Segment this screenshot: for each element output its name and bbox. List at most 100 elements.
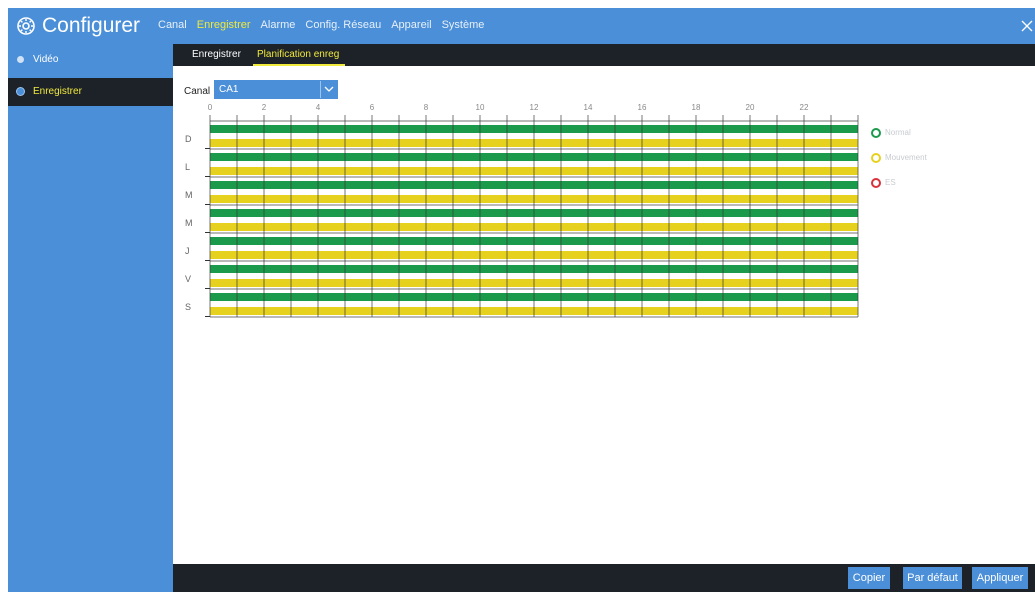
schedule-cell-motion[interactable] bbox=[291, 307, 318, 315]
schedule-cell-motion[interactable] bbox=[210, 307, 237, 315]
schedule-cell-normal[interactable] bbox=[831, 293, 858, 301]
tab-config-reseau[interactable]: Config. Réseau bbox=[305, 19, 381, 31]
schedule-cell-normal[interactable] bbox=[453, 153, 480, 161]
schedule-cell-motion[interactable] bbox=[507, 139, 534, 147]
schedule-cell-empty[interactable] bbox=[561, 161, 588, 167]
schedule-cell-normal[interactable] bbox=[750, 181, 777, 189]
schedule-cell-normal[interactable] bbox=[237, 237, 264, 245]
schedule-cell-motion[interactable] bbox=[507, 279, 534, 287]
schedule-cell-normal[interactable] bbox=[723, 181, 750, 189]
schedule-cell-normal[interactable] bbox=[237, 125, 264, 133]
schedule-cell-normal[interactable] bbox=[642, 125, 669, 133]
schedule-cell-normal[interactable] bbox=[777, 293, 804, 301]
schedule-cell-empty[interactable] bbox=[426, 273, 453, 279]
schedule-cell-normal[interactable] bbox=[210, 293, 237, 301]
schedule-cell-normal[interactable] bbox=[588, 181, 615, 189]
schedule-cell-empty[interactable] bbox=[723, 245, 750, 251]
schedule-cell-normal[interactable] bbox=[453, 265, 480, 273]
schedule-cell-motion[interactable] bbox=[507, 251, 534, 259]
schedule-cell-motion[interactable] bbox=[561, 195, 588, 203]
schedule-cell-normal[interactable] bbox=[777, 209, 804, 217]
schedule-cell-empty[interactable] bbox=[507, 217, 534, 223]
schedule-cell-motion[interactable] bbox=[237, 195, 264, 203]
schedule-cell-empty[interactable] bbox=[318, 217, 345, 223]
schedule-cell-normal[interactable] bbox=[237, 293, 264, 301]
schedule-cell-empty[interactable] bbox=[291, 161, 318, 167]
schedule-cell-normal[interactable] bbox=[345, 293, 372, 301]
schedule-cell-empty[interactable] bbox=[615, 245, 642, 251]
schedule-cell-motion[interactable] bbox=[318, 167, 345, 175]
tab-appareil[interactable]: Appareil bbox=[391, 19, 431, 31]
schedule-cell-motion[interactable] bbox=[642, 167, 669, 175]
schedule-cell-motion[interactable] bbox=[426, 167, 453, 175]
schedule-cell-empty[interactable] bbox=[615, 217, 642, 223]
schedule-cell-motion[interactable] bbox=[480, 279, 507, 287]
schedule-cell-normal[interactable] bbox=[480, 265, 507, 273]
schedule-cell-empty[interactable] bbox=[588, 133, 615, 139]
schedule-cell-motion[interactable] bbox=[453, 139, 480, 147]
schedule-cell-normal[interactable] bbox=[318, 237, 345, 245]
sidebar-item-enregistrer[interactable]: Enregistrer bbox=[8, 78, 173, 106]
schedule-cell-empty[interactable] bbox=[264, 133, 291, 139]
schedule-cell-empty[interactable] bbox=[237, 273, 264, 279]
schedule-cell-normal[interactable] bbox=[291, 125, 318, 133]
schedule-cell-motion[interactable] bbox=[210, 139, 237, 147]
schedule-cell-normal[interactable] bbox=[831, 209, 858, 217]
schedule-cell-motion[interactable] bbox=[453, 195, 480, 203]
schedule-cell-empty[interactable] bbox=[291, 301, 318, 307]
schedule-cell-motion[interactable] bbox=[399, 139, 426, 147]
schedule-cell-empty[interactable] bbox=[480, 245, 507, 251]
schedule-cell-motion[interactable] bbox=[426, 307, 453, 315]
schedule-cell-motion[interactable] bbox=[507, 195, 534, 203]
schedule-cell-normal[interactable] bbox=[291, 237, 318, 245]
schedule-cell-motion[interactable] bbox=[615, 279, 642, 287]
schedule-cell-empty[interactable] bbox=[750, 161, 777, 167]
schedule-cell-empty[interactable] bbox=[318, 245, 345, 251]
schedule-cell-motion[interactable] bbox=[318, 139, 345, 147]
schedule-cell-motion[interactable] bbox=[237, 251, 264, 259]
schedule-cell-normal[interactable] bbox=[534, 209, 561, 217]
schedule-cell-empty[interactable] bbox=[669, 189, 696, 195]
schedule-cell-normal[interactable] bbox=[615, 209, 642, 217]
schedule-cell-normal[interactable] bbox=[237, 181, 264, 189]
schedule-cell-motion[interactable] bbox=[345, 195, 372, 203]
schedule-cell-empty[interactable] bbox=[615, 273, 642, 279]
schedule-cell-empty[interactable] bbox=[480, 189, 507, 195]
schedule-cell-empty[interactable] bbox=[399, 161, 426, 167]
schedule-cell-motion[interactable] bbox=[588, 223, 615, 231]
schedule-cell-motion[interactable] bbox=[750, 279, 777, 287]
schedule-cell-empty[interactable] bbox=[642, 273, 669, 279]
schedule-cell-motion[interactable] bbox=[561, 279, 588, 287]
schedule-cell-empty[interactable] bbox=[345, 217, 372, 223]
schedule-cell-empty[interactable] bbox=[453, 133, 480, 139]
schedule-cell-empty[interactable] bbox=[615, 189, 642, 195]
schedule-cell-normal[interactable] bbox=[561, 293, 588, 301]
schedule-cell-normal[interactable] bbox=[318, 153, 345, 161]
schedule-cell-normal[interactable] bbox=[291, 293, 318, 301]
schedule-cell-motion[interactable] bbox=[291, 251, 318, 259]
schedule-cell-normal[interactable] bbox=[831, 265, 858, 273]
schedule-cell-empty[interactable] bbox=[831, 217, 858, 223]
schedule-cell-empty[interactable] bbox=[561, 189, 588, 195]
schedule-cell-motion[interactable] bbox=[291, 139, 318, 147]
schedule-cell-empty[interactable] bbox=[615, 161, 642, 167]
schedule-cell-normal[interactable] bbox=[507, 153, 534, 161]
schedule-cell-empty[interactable] bbox=[210, 133, 237, 139]
schedule-cell-empty[interactable] bbox=[237, 189, 264, 195]
schedule-cell-normal[interactable] bbox=[345, 125, 372, 133]
schedule-cell-normal[interactable] bbox=[372, 237, 399, 245]
schedule-cell-empty[interactable] bbox=[507, 273, 534, 279]
tab-systeme[interactable]: Système bbox=[442, 19, 485, 31]
schedule-cell-normal[interactable] bbox=[534, 293, 561, 301]
schedule-cell-motion[interactable] bbox=[615, 139, 642, 147]
schedule-cell-motion[interactable] bbox=[804, 251, 831, 259]
schedule-cell-normal[interactable] bbox=[453, 293, 480, 301]
schedule-cell-normal[interactable] bbox=[291, 265, 318, 273]
schedule-cell-normal[interactable] bbox=[372, 209, 399, 217]
schedule-cell-motion[interactable] bbox=[804, 223, 831, 231]
schedule-cell-normal[interactable] bbox=[696, 265, 723, 273]
schedule-cell-normal[interactable] bbox=[615, 293, 642, 301]
schedule-cell-empty[interactable] bbox=[237, 217, 264, 223]
schedule-cell-motion[interactable] bbox=[777, 251, 804, 259]
schedule-cell-normal[interactable] bbox=[750, 265, 777, 273]
